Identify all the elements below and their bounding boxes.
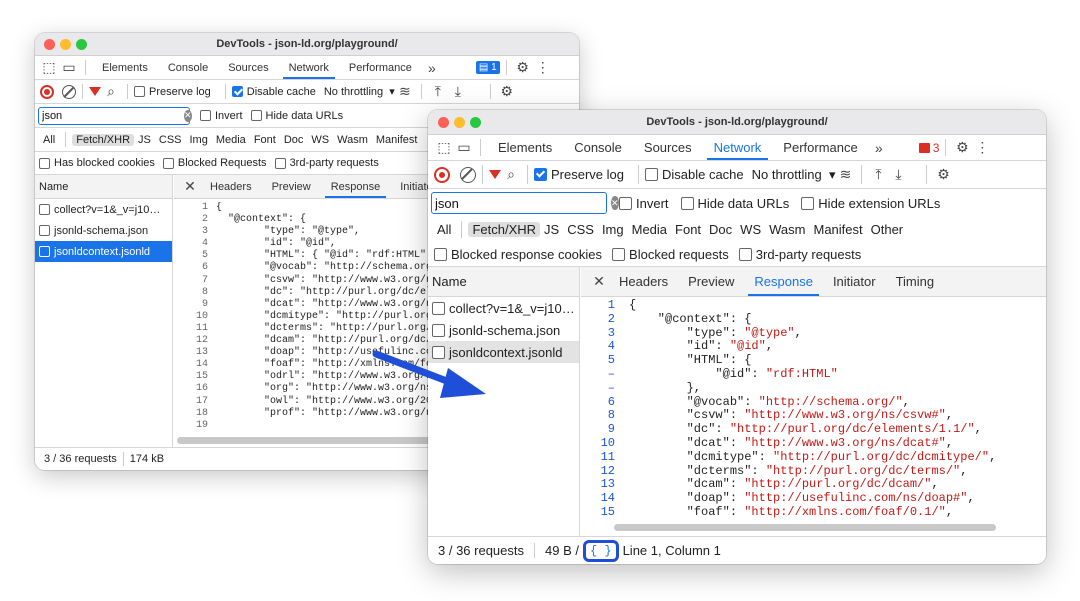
annotation-arrow [372,350,486,398]
arrow-shaft [372,350,456,387]
arrow-head [440,368,486,398]
